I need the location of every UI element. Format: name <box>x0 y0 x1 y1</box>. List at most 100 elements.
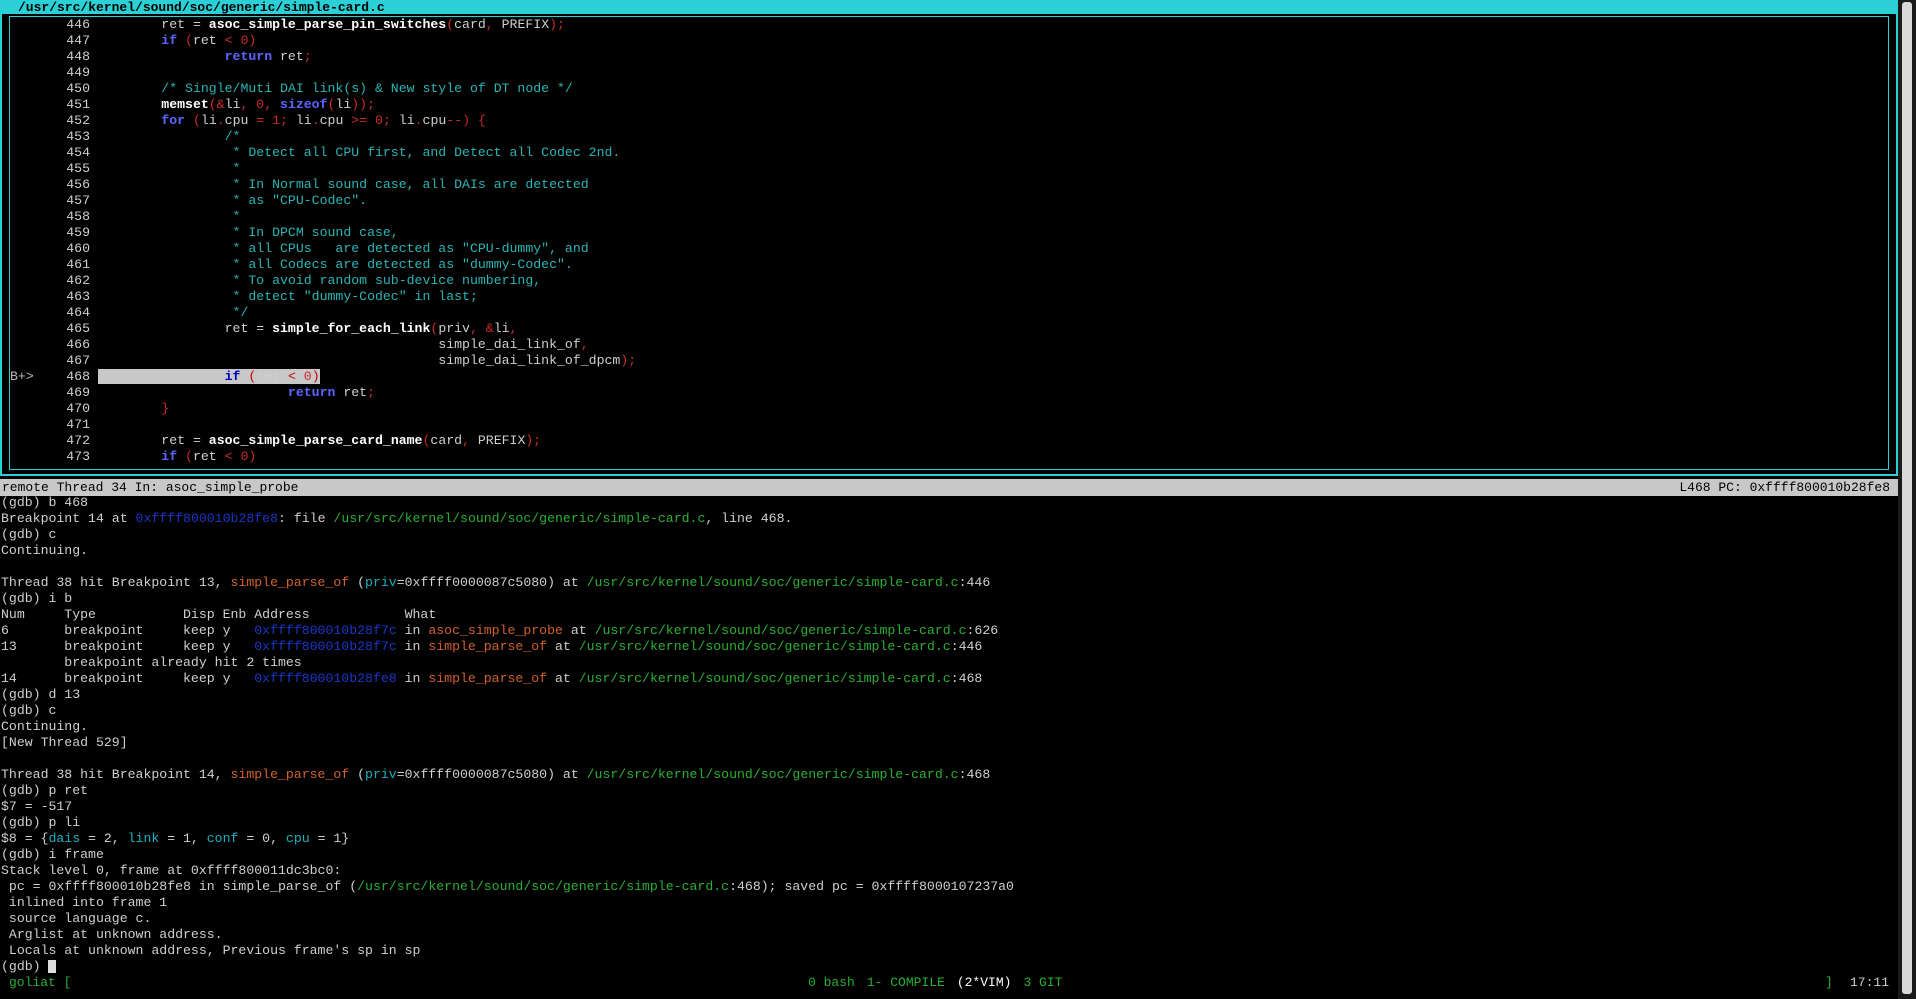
code-token: ); <box>549 17 565 32</box>
gdb-text: at <box>547 639 579 654</box>
gdb-output-line: Breakpoint 14 at 0xffff800010b28fe8: fil… <box>1 511 1899 527</box>
line-number: 459 <box>66 225 90 240</box>
gdb-output-line: (gdb) b 468 <box>1 495 1899 511</box>
source-line: 460 * all CPUs are detected as "CPU-dumm… <box>10 241 1888 257</box>
gdb-output-line: [New Thread 529] <box>1 735 1899 751</box>
gdb-text: simple_parse_of <box>428 639 548 654</box>
code-text: ret = asoc_simple_parse_card_name(card, … <box>98 433 541 448</box>
gdb-text: :468); saved pc = 0xffff8000107237a0 <box>729 879 1014 894</box>
gdb-text: = 1, <box>159 831 207 846</box>
gdb-text: /usr/src/kernel/sound/soc/generic/simple… <box>578 671 951 686</box>
line-number: 469 <box>66 385 90 400</box>
line-number: 471 <box>66 417 90 432</box>
code-token: if <box>224 369 241 384</box>
gdb-text: cpu <box>285 831 310 846</box>
code-text: ret = simple_for_each_link(priv, &li, <box>98 321 518 336</box>
code-token: * detect "dummy-Codec" in last; <box>98 289 478 304</box>
code-text: * all Codecs are detected as "dummy-Code… <box>98 257 573 272</box>
code-token: < <box>287 369 304 384</box>
tmux-window-list: 0 bash 1- COMPILE (2*VIM) 3 GIT <box>808 974 1074 991</box>
source-line: 461 * all Codecs are detected as "dummy-… <box>10 257 1888 273</box>
gdb-text: breakpoint already hit 2 times <box>1 655 302 670</box>
code-token: 0 <box>256 97 265 112</box>
code-token: * as "CPU-Codec". <box>98 193 368 208</box>
gdb-text: :468 <box>958 767 991 782</box>
line-number: 465 <box>66 321 90 336</box>
tmux-session-name: goliat [ <box>9 975 72 990</box>
code-token: (& <box>208 97 225 112</box>
code-token: } <box>98 401 170 416</box>
code-token: ( <box>185 449 193 464</box>
code-text: ret = asoc_simple_parse_pin_switches(car… <box>98 17 565 32</box>
gdb-text: = 2, <box>80 831 128 846</box>
gdb-text: = 1} <box>309 831 350 846</box>
code-token: memset <box>98 97 209 112</box>
source-line: 465 ret = simple_for_each_link(priv, &li… <box>10 321 1888 337</box>
line-number: 456 <box>66 177 90 192</box>
line-number: 461 <box>66 257 90 272</box>
code-token: ); <box>525 433 542 448</box>
scrollbar-thumb[interactable] <box>1902 2 1912 994</box>
text-cursor <box>48 960 57 974</box>
gdb-output-line: (gdb) i frame <box>1 847 1899 863</box>
code-token: ; <box>280 113 296 128</box>
code-text: simple_dai_link_of, <box>98 337 588 352</box>
code-token: * Detect all CPU first, and Detect all C… <box>98 145 621 160</box>
terminal-scrollbar[interactable] <box>1898 0 1916 999</box>
source-line: 469 return ret; <box>10 385 1888 401</box>
code-text: } <box>98 401 169 416</box>
gdb-console[interactable]: (gdb) b 468 Breakpoint 14 at 0xffff800010… <box>1 495 1899 975</box>
code-text: * <box>98 161 241 176</box>
tmux-window-tab[interactable]: (2*VIM) <box>957 975 1012 990</box>
source-line: 447 if (ret < 0) <box>10 33 1888 49</box>
gdb-text: in <box>396 623 429 638</box>
gdb-text: , line 468. <box>705 511 793 526</box>
code-token: ; <box>382 113 399 128</box>
source-code-pane[interactable]: 446 ret = asoc_simple_parse_pin_switches… <box>9 16 1889 470</box>
tmux-window-tab[interactable]: 1- COMPILE <box>867 975 945 990</box>
gdb-output-line: 14 breakpoint keep y 0xffff800010b28fe8 … <box>1 671 1899 687</box>
gdb-output-line: pc = 0xffff800010b28fe8 in simple_parse_… <box>1 879 1899 895</box>
source-line: B+> 468 if (ret < 0) <box>10 369 1888 385</box>
gdb-text: conf <box>206 831 239 846</box>
tmux-window-tab[interactable]: 3 GIT <box>1023 975 1062 990</box>
gdb-text: /usr/src/kernel/sound/soc/generic/simple… <box>357 879 730 894</box>
gdb-output-line: Thread 38 hit Breakpoint 14, simple_pars… <box>1 767 1899 783</box>
status-thread-function: remote Thread 34 In: asoc_simple_probe <box>2 480 299 495</box>
source-line: 449 <box>10 65 1888 81</box>
gdb-output-line: (gdb) c <box>1 527 1899 543</box>
gdb-prompt: (gdb) <box>1 959 49 974</box>
code-text: * detect "dummy-Codec" in last; <box>98 289 478 304</box>
code-token: for <box>98 113 186 128</box>
source-line: 452 for (li.cpu = 1; li.cpu >= 0; li.cpu… <box>10 113 1888 129</box>
code-token: , <box>462 433 478 448</box>
code-token: ret <box>256 369 288 384</box>
line-number: 467 <box>66 353 90 368</box>
gdb-text: (gdb) i frame <box>1 847 104 862</box>
code-token: simple_dai_link_of_dpcm <box>98 353 621 368</box>
code-token: . <box>311 113 320 128</box>
tmux-window-tab[interactable]: 0 bash <box>808 975 855 990</box>
code-text: * all CPUs are detected as "CPU-dummy", … <box>98 241 589 256</box>
code-token: return <box>98 385 336 400</box>
tui-status-bar: remote Thread 34 In: asoc_simple_probe L… <box>0 479 1898 496</box>
code-token: --) { <box>446 113 486 128</box>
gdb-text: :626 <box>966 623 999 638</box>
code-token: priv <box>438 321 470 336</box>
gdb-text: simple_parse_of <box>230 767 350 782</box>
source-line: 472 ret = asoc_simple_parse_card_name(ca… <box>10 433 1888 449</box>
gdb-prompt-line[interactable]: (gdb) <box>1 959 1899 975</box>
code-text: * <box>98 209 241 224</box>
gdb-output-line: (gdb) p li <box>1 815 1899 831</box>
code-text: if (ret < 0) <box>98 33 256 48</box>
gdb-text: $8 = { <box>1 831 49 846</box>
code-text: */ <box>98 305 249 320</box>
source-line: 470 } <box>10 401 1888 417</box>
code-token: 1 <box>272 113 281 128</box>
gdb-output-line: (gdb) c <box>1 703 1899 719</box>
gdb-text: /usr/src/kernel/sound/soc/generic/simple… <box>586 575 959 590</box>
source-line: 458 * <box>10 209 1888 225</box>
